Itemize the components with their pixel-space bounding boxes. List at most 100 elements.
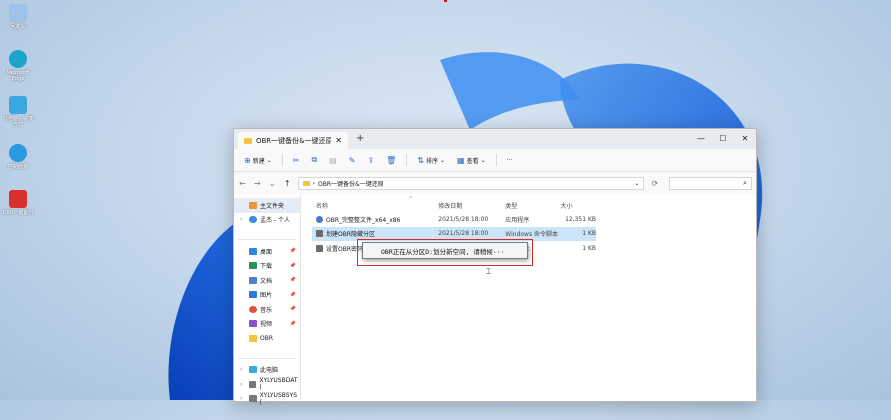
sidebar-item-videos[interactable]: 视频 📌 <box>234 317 300 332</box>
folder-icon <box>249 334 257 342</box>
pin-icon[interactable]: 📌 <box>290 321 296 327</box>
address-bar: ← → ⌄ ↑ › OBR一键备份&一键还原 ⌄ ⟳ ⌕ <box>234 172 756 194</box>
divider <box>238 346 296 359</box>
tab-close-icon[interactable]: ✕ <box>335 136 342 145</box>
delete-button[interactable]: 🗑 <box>382 154 400 167</box>
share-icon: ⇪ <box>367 155 375 165</box>
clipboard-icon: ▤ <box>329 155 337 165</box>
sidebar-item-downloads[interactable]: 下载 📌 <box>234 259 300 274</box>
home-icon <box>249 201 257 209</box>
column-header-name[interactable]: 名称 <box>312 201 438 210</box>
exe-file-icon <box>316 215 323 223</box>
chevron-down-icon: ⌄ <box>480 156 486 164</box>
rename-icon: ✎ <box>348 155 356 165</box>
title-bar: OBR一键备份&一键还原 ✕ + — ☐ ✕ <box>234 129 756 149</box>
download-icon <box>249 262 257 270</box>
desktop-icon-this-pc[interactable]: 此电脑 - 快捷方式 <box>2 96 34 128</box>
sidebar-item-pictures[interactable]: 图片 📌 <box>234 288 300 303</box>
recycle-bin-icon <box>9 4 27 22</box>
video-icon <box>249 320 257 328</box>
close-button[interactable]: ✕ <box>734 129 756 147</box>
command-bar: ⊕ 新建 ⌄ ✂ ⧉ ▤ ✎ ⇪ 🗑 ⇅ 排序 ⌄ ▦ 查看 ⌄ ··· <box>234 149 756 172</box>
sort-button[interactable]: ⇅ 排序 ⌄ <box>413 154 449 167</box>
rename-button[interactable]: ✎ <box>345 154 360 167</box>
drive-icon <box>248 380 257 388</box>
sidebar-item-usb-sys[interactable]: › XYLYUSBSYS ( <box>234 392 300 407</box>
folder-icon <box>244 137 252 144</box>
desktop-icon-obr[interactable]: OBR一键备份 <box>2 190 34 216</box>
divider <box>406 154 408 166</box>
sidebar-item-obr[interactable]: OBR <box>234 331 300 346</box>
sidebar-item-this-pc[interactable]: › 此电脑 <box>234 363 300 378</box>
highlight-box <box>357 239 533 266</box>
up-arrow-icon[interactable]: ↑ <box>283 179 292 188</box>
copy-button[interactable]: ⧉ <box>307 153 321 167</box>
table-row[interactable]: OBR_完整整文件_x64_x86 2021/5/28 18:00 应用程序 1… <box>312 212 596 227</box>
document-icon <box>249 276 257 284</box>
chevron-down-icon: ⌄ <box>266 156 272 164</box>
content-area: 主文件夹 › 孟杰 - 个人 桌面 📌 下载 📌 文档 📌 图片 📌 音乐 📌 … <box>234 194 756 406</box>
maximize-button[interactable]: ☐ <box>712 129 734 147</box>
script-file-icon <box>316 244 323 252</box>
address-field[interactable]: › OBR一键备份&一键还原 ⌄ <box>297 176 645 190</box>
forward-arrow-icon[interactable]: → <box>253 179 262 188</box>
chevron-right-icon[interactable]: › <box>240 216 246 223</box>
column-header-type[interactable]: 类型 <box>505 201 560 210</box>
view-icon: ▦ <box>457 155 465 165</box>
desktop-icon <box>249 247 257 255</box>
desktop-icon-recycle-bin[interactable]: 回收站 <box>2 4 34 30</box>
copy-icon: ⧉ <box>311 155 318 164</box>
sort-caret-icon: ^ <box>408 196 414 203</box>
sidebar-item-home[interactable]: 主文件夹 <box>234 198 300 213</box>
mouse-cursor-icon: ⌶ <box>486 267 491 276</box>
more-options-button[interactable]: ··· <box>503 155 517 166</box>
script-file-icon <box>316 230 323 238</box>
back-arrow-icon[interactable]: ← <box>238 179 247 188</box>
pin-icon[interactable]: 📌 <box>290 263 296 269</box>
pin-icon[interactable]: 📌 <box>290 248 296 254</box>
sidebar-item-documents[interactable]: 文档 📌 <box>234 273 300 288</box>
pin-icon[interactable]: 📌 <box>290 306 296 312</box>
desktop-icon-control-panel[interactable]: 控制面板 <box>2 144 34 170</box>
obr-app-icon <box>9 190 27 208</box>
drive-icon <box>248 395 257 403</box>
edge-icon <box>9 50 27 68</box>
trash-icon: 🗑 <box>386 155 397 165</box>
file-list-header: ^ 名称 修改日期 类型 大小 <box>312 196 597 212</box>
sort-icon: ⇅ <box>417 155 424 165</box>
sidebar-item-music[interactable]: 音乐 📌 <box>234 302 300 317</box>
view-button[interactable]: ▦ 查看 ⌄ <box>453 154 490 167</box>
chevron-down-icon[interactable]: ⌄ <box>634 180 639 187</box>
scissors-icon: ✂ <box>292 155 300 165</box>
search-input[interactable]: ⌕ <box>669 176 752 190</box>
new-button[interactable]: ⊕ 新建 ⌄ <box>240 154 276 167</box>
new-tab-button[interactable]: + <box>356 133 364 144</box>
divider <box>495 154 497 166</box>
minimize-button[interactable]: — <box>690 129 712 147</box>
refresh-icon[interactable]: ⟳ <box>650 179 659 188</box>
share-button[interactable]: ⇪ <box>363 154 378 167</box>
chevron-right-icon[interactable]: › <box>240 366 246 373</box>
desktop-icon-edge[interactable]: Microsoft Edge <box>2 50 34 82</box>
pin-icon[interactable]: 📌 <box>290 277 296 283</box>
chevron-down-icon[interactable]: ⌄ <box>268 179 277 188</box>
chevron-right-icon[interactable]: › <box>240 395 246 402</box>
sidebar-item-desktop[interactable]: 桌面 📌 <box>234 244 300 259</box>
chevron-right-icon: › <box>312 179 316 187</box>
sidebar-item-usb-dat[interactable]: › XYLYUSBDAT ( <box>234 377 300 392</box>
column-header-size[interactable]: 大小 <box>561 201 597 210</box>
paste-button[interactable]: ▤ <box>325 154 341 167</box>
column-header-date[interactable]: 修改日期 <box>438 201 505 210</box>
ie-icon <box>9 144 27 162</box>
tab-title: OBR一键备份&一键还原 <box>256 136 332 145</box>
music-icon <box>249 305 257 313</box>
divider <box>238 227 296 240</box>
folder-icon <box>302 180 310 186</box>
pin-icon[interactable]: 📌 <box>290 292 296 298</box>
computer-icon <box>249 366 257 374</box>
divider <box>281 154 283 166</box>
sidebar-item-onedrive[interactable]: › 孟杰 - 个人 <box>234 213 300 228</box>
tab-obr[interactable]: OBR一键备份&一键还原 ✕ <box>238 132 348 149</box>
cut-button[interactable]: ✂ <box>289 154 304 167</box>
chevron-right-icon[interactable]: › <box>240 381 246 388</box>
